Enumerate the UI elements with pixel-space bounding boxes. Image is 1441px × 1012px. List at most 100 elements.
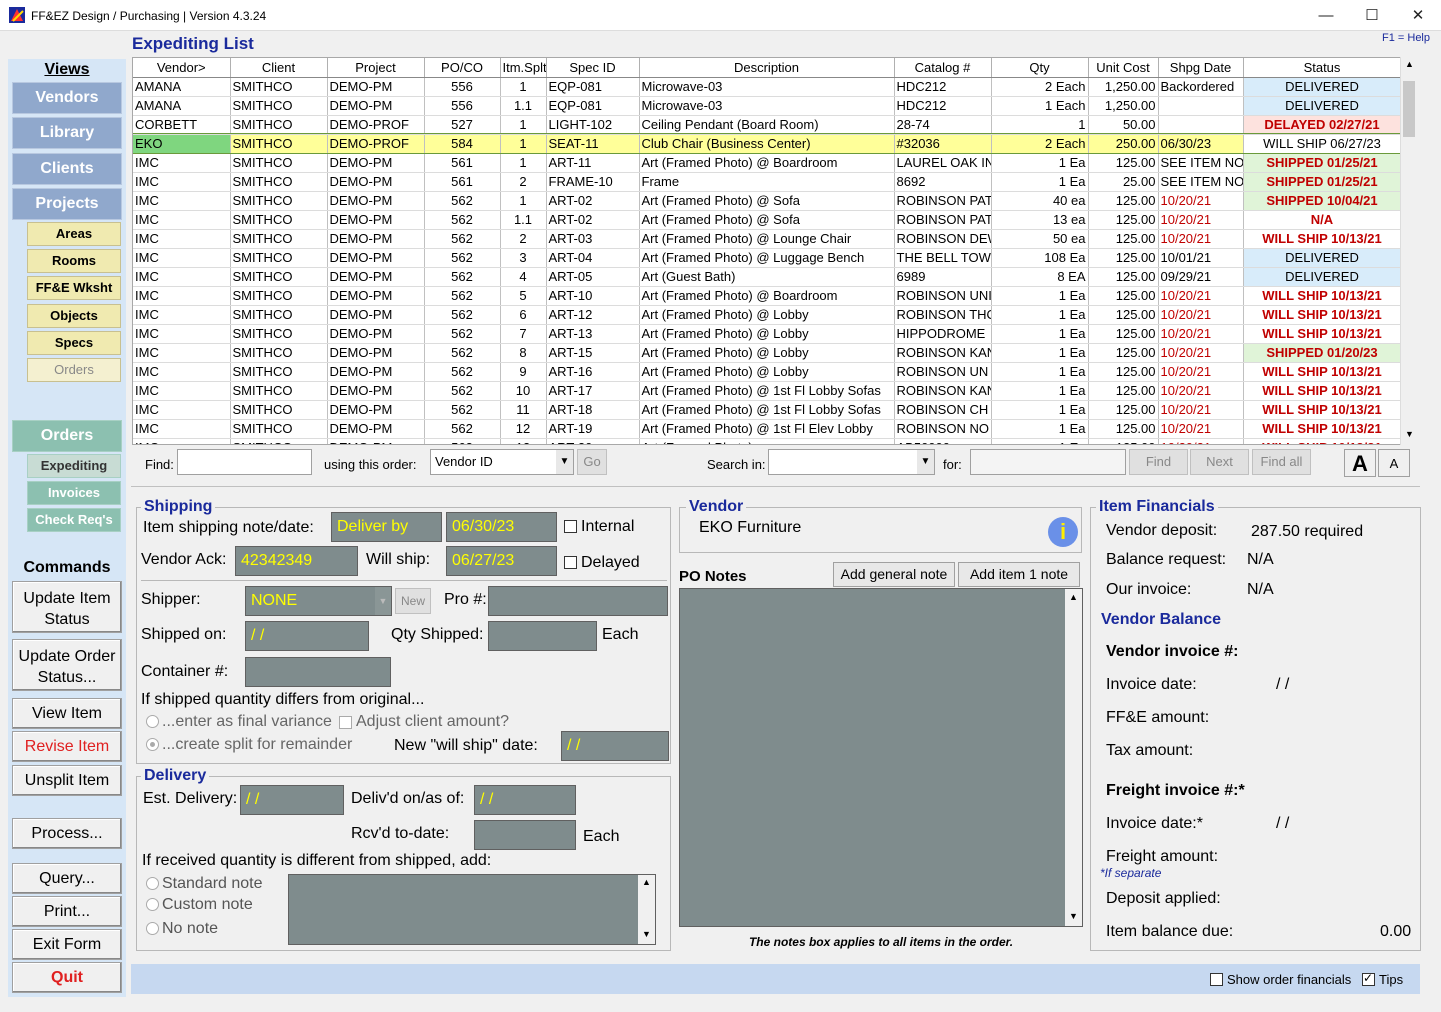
scroll-down-icon[interactable]: ▼	[1405, 429, 1414, 439]
update-item-status-button[interactable]: Update Item Status	[12, 581, 122, 633]
nav-orders-sub[interactable]: Orders	[27, 358, 121, 382]
po-notes-textarea[interactable]: ▲ ▼	[679, 588, 1083, 927]
scroll-up-icon[interactable]: ▲	[642, 877, 651, 887]
scroll-thumb[interactable]	[1403, 81, 1415, 137]
nav-rooms[interactable]: Rooms	[27, 249, 121, 273]
expediting-grid[interactable]: Vendor> Client Project PO/CO Itm.Splt Spec ID…	[132, 57, 1417, 445]
column-header[interactable]: Unit Cost	[1088, 58, 1159, 78]
adjust-client-checkbox[interactable]	[339, 716, 352, 729]
nav-expediting[interactable]: Expediting	[27, 454, 121, 478]
chevron-down-icon[interactable]: ▼	[556, 450, 573, 474]
nav-specs[interactable]: Specs	[27, 331, 121, 355]
table-row[interactable]: AMANA SMITHCO DEMO-PM 556 1 EQP-081 Microwave-…	[133, 77, 1402, 97]
column-header[interactable]: Catalog #	[894, 58, 992, 78]
delayed-checkbox[interactable]	[564, 556, 577, 569]
column-header[interactable]: Description	[639, 58, 895, 78]
column-header[interactable]: Spec ID	[546, 58, 640, 78]
table-row[interactable]: IMC SMITHCO DEMO-PM 562 9 ART-16 Art (Framed P…	[133, 362, 1402, 382]
font-larger-button[interactable]: A	[1344, 449, 1376, 477]
revise-item-button[interactable]: Revise Item	[12, 731, 122, 762]
rcvd-input[interactable]	[474, 820, 576, 850]
column-header[interactable]: Project	[327, 58, 425, 78]
next-button[interactable]: Next	[1190, 449, 1249, 475]
column-header[interactable]: Status	[1243, 58, 1402, 78]
nav-invoices[interactable]: Invoices	[27, 481, 121, 505]
table-row[interactable]: IMC SMITHCO DEMO-PM 562 6 ART-12 Art (Framed P…	[133, 305, 1402, 325]
add-general-note-button[interactable]: Add general note	[833, 562, 955, 587]
table-row[interactable]: IMC SMITHCO DEMO-PM 562 12 ART-19 Art (Framed …	[133, 419, 1402, 439]
final-variance-radio[interactable]	[146, 715, 159, 728]
notes-scrollbar[interactable]: ▲ ▼	[1065, 589, 1082, 926]
table-row[interactable]: IMC SMITHCO DEMO-PM 561 1 ART-11 Art (Framed P…	[133, 153, 1402, 173]
show-financials-checkbox[interactable]	[1210, 973, 1223, 986]
no-note-radio[interactable]	[146, 922, 159, 935]
internal-checkbox[interactable]	[564, 520, 577, 533]
query-button[interactable]: Query...	[12, 863, 122, 894]
update-order-status-button[interactable]: Update Order Status...	[12, 639, 122, 691]
add-item-note-button[interactable]: Add item 1 note	[958, 562, 1080, 587]
grid-scrollbar[interactable]: ▲ ▼	[1400, 57, 1417, 445]
received-note-textarea[interactable]: ▲ ▼	[288, 874, 656, 945]
new-shipper-button[interactable]: New	[395, 588, 431, 614]
note-date-input[interactable]: 06/30/23	[446, 512, 557, 542]
container-input[interactable]	[245, 657, 391, 687]
table-row[interactable]: IMC SMITHCO DEMO-PM 562 1.1 ART-02 Art (Framed…	[133, 210, 1402, 230]
process-button[interactable]: Process...	[12, 818, 122, 849]
scroll-down-icon[interactable]: ▼	[1069, 911, 1078, 921]
table-row[interactable]: AMANA SMITHCO DEMO-PM 556 1.1 EQP-081 Microwav…	[133, 96, 1402, 116]
font-smaller-button[interactable]: A	[1378, 449, 1410, 477]
table-row[interactable]: CORBETT SMITHCO DEMO-PROF 527 1 LIGHT-102 Ceil…	[133, 115, 1402, 135]
scroll-up-icon[interactable]: ▲	[1069, 592, 1078, 602]
search-in-select[interactable]: ▼	[768, 449, 935, 475]
order-select[interactable]: Vendor ID ▼	[430, 449, 574, 475]
will-ship-input[interactable]: 06/27/23	[446, 546, 557, 576]
exit-form-button[interactable]: Exit Form	[12, 929, 122, 960]
nav-areas[interactable]: Areas	[27, 222, 121, 246]
go-button[interactable]: Go	[577, 449, 607, 475]
note-input[interactable]: Deliver by	[331, 512, 442, 542]
find-button[interactable]: Find	[1129, 449, 1188, 475]
table-row[interactable]: IMC SMITHCO DEMO-PM 562 10 ART-17 Art (Framed …	[133, 381, 1402, 401]
nav-ffe-wksht[interactable]: FF&E Wksht	[27, 276, 121, 300]
custom-note-radio[interactable]	[146, 898, 159, 911]
nav-vendors[interactable]: Vendors	[12, 82, 122, 114]
ack-input[interactable]: 42342349	[235, 546, 358, 576]
close-button[interactable]: ✕	[1395, 0, 1441, 31]
table-row[interactable]: IMC SMITHCO DEMO-PM 561 2 FRAME-10 Frame 8692 1 …	[133, 172, 1402, 192]
column-header[interactable]: Shpg Date	[1158, 58, 1244, 78]
table-row[interactable]: IMC SMITHCO DEMO-PM 562 5 ART-10 Art (Framed P…	[133, 286, 1402, 306]
table-row[interactable]: IMC SMITHCO DEMO-PM 562 7 ART-13 Art (Framed P…	[133, 324, 1402, 344]
pro-input[interactable]	[488, 586, 668, 616]
chevron-down-icon[interactable]: ▼	[917, 450, 934, 474]
nav-objects[interactable]: Objects	[27, 304, 121, 328]
view-item-button[interactable]: View Item	[12, 698, 122, 729]
table-row[interactable]: EKO SMITHCO DEMO-PROF 584 1 SEAT-11 Club Chair…	[133, 133, 1402, 154]
nav-check-reqs[interactable]: Check Req's	[27, 508, 121, 532]
minimize-button[interactable]: —	[1303, 0, 1349, 31]
unsplit-item-button[interactable]: Unsplit Item	[12, 765, 122, 796]
shipped-on-input[interactable]: / /	[245, 621, 369, 651]
table-row[interactable]: IMC SMITHCO DEMO-PM 562 11 ART-18 Art (Framed …	[133, 400, 1402, 420]
create-split-radio[interactable]	[146, 738, 159, 751]
info-icon[interactable]: i	[1048, 517, 1078, 547]
table-row[interactable]: IMCSMITHCODEMO-PM56213ART-20Art (Framed …	[133, 438, 1402, 444]
table-row[interactable]: IMC SMITHCO DEMO-PM 562 1 ART-02 Art (Framed P…	[133, 191, 1402, 211]
new-will-ship-input[interactable]: / /	[561, 731, 669, 761]
find-all-button[interactable]: Find all	[1252, 449, 1311, 475]
nav-orders[interactable]: Orders	[12, 420, 122, 452]
print-button[interactable]: Print...	[12, 896, 122, 927]
textarea-scrollbar[interactable]: ▲ ▼	[638, 875, 655, 944]
shipper-select[interactable]: NONE ▼	[245, 586, 392, 616]
column-header[interactable]: Client	[230, 58, 328, 78]
tips-checkbox[interactable]: ✓	[1362, 971, 1375, 986]
qty-shipped-input[interactable]	[488, 621, 597, 651]
column-header[interactable]: Vendor>	[133, 58, 231, 78]
find-input[interactable]	[177, 449, 312, 475]
table-row[interactable]: IMC SMITHCO DEMO-PM 562 2 ART-03 Art (Framed P…	[133, 229, 1402, 249]
nav-clients[interactable]: Clients	[12, 153, 122, 185]
scroll-down-icon[interactable]: ▼	[642, 929, 651, 939]
nav-projects[interactable]: Projects	[12, 188, 122, 220]
nav-library[interactable]: Library	[12, 117, 122, 149]
scroll-up-icon[interactable]: ▲	[1405, 59, 1414, 69]
quit-button[interactable]: Quit	[12, 962, 122, 993]
